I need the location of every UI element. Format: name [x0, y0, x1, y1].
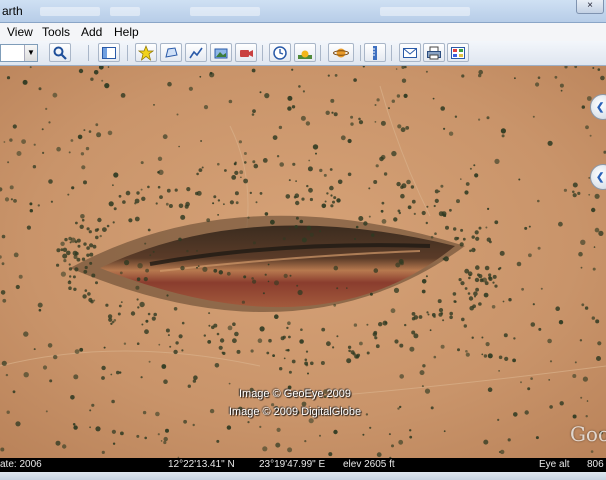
- search-dropdown-button[interactable]: ▼: [24, 45, 37, 61]
- elevation-readout: elev 2605 ft: [343, 459, 395, 470]
- eye-alt-value: 806: [587, 459, 604, 470]
- menu-view[interactable]: View: [7, 25, 33, 39]
- background-tab: [190, 7, 260, 16]
- add-placemark-button[interactable]: [135, 43, 157, 62]
- search-button[interactable]: [49, 43, 71, 62]
- record-tour-button[interactable]: [235, 43, 257, 62]
- sunlight-button[interactable]: [294, 43, 316, 62]
- add-image-overlay-button[interactable]: [210, 43, 232, 62]
- planets-button[interactable]: [328, 43, 354, 62]
- menu-add[interactable]: Add: [81, 25, 102, 39]
- save-image-button[interactable]: [447, 43, 469, 62]
- print-icon: [427, 46, 441, 59]
- ruler-icon: [373, 45, 377, 60]
- historical-imagery-icon: [273, 45, 287, 60]
- print-button[interactable]: [423, 43, 445, 62]
- menu-help[interactable]: Help: [114, 25, 139, 39]
- image-overlay-icon: [214, 48, 228, 58]
- search-field[interactable]: ▼: [0, 44, 38, 62]
- window-bottom-edge: [0, 472, 606, 480]
- add-polygon-button[interactable]: [160, 43, 182, 62]
- background-tab: [110, 7, 140, 16]
- planets-icon: [333, 48, 349, 57]
- search-icon: [53, 46, 67, 60]
- save-image-icon: [451, 46, 465, 59]
- toolbar-separator: [88, 45, 89, 61]
- toolbar-separator: [360, 45, 361, 61]
- placemark-icon: [138, 44, 154, 61]
- imagery-credit-digitalglobe: Image © 2009 DigitalGlobe: [228, 406, 362, 418]
- toolbar-separator: [320, 45, 321, 61]
- google-logo: Goo: [569, 422, 606, 446]
- menu-bar: View Tools Add Help: [0, 23, 606, 42]
- close-button[interactable]: ×: [576, 0, 604, 14]
- status-bar: ate: 2006 12°22'13.41" N 23°19'47.99" E …: [0, 458, 606, 472]
- imagery-credit-geoeye: Image © GeoEye 2009: [238, 388, 352, 400]
- title-bar: arth ×: [0, 0, 606, 23]
- email-icon: [403, 47, 417, 58]
- window-title: arth: [2, 4, 23, 18]
- ruler-button[interactable]: [364, 43, 386, 62]
- background-tab: [380, 7, 470, 16]
- imagery-date: ate: 2006: [0, 459, 42, 470]
- historical-imagery-button[interactable]: [269, 43, 291, 62]
- background-tab: [40, 7, 100, 16]
- toolbar-separator: [262, 45, 263, 61]
- toolbar: ▼: [0, 41, 606, 66]
- chevron-left-icon: ❮: [596, 171, 605, 183]
- toolbar-separator: [391, 45, 392, 61]
- latitude-readout: 12°22'13.41" N: [168, 459, 235, 470]
- polygon-icon: [165, 46, 178, 58]
- path-icon: [189, 47, 203, 58]
- menu-tools[interactable]: Tools: [42, 25, 70, 39]
- add-path-button[interactable]: [185, 43, 207, 62]
- longitude-readout: 23°19'47.99" E: [259, 459, 326, 470]
- map-view[interactable]: Image © GeoEye 2009 Image © 2009 Digital…: [0, 66, 606, 458]
- email-button[interactable]: [399, 43, 421, 62]
- sunlight-icon: [298, 50, 312, 59]
- toolbar-separator: [127, 45, 128, 61]
- sidebar-button[interactable]: [98, 43, 120, 62]
- eye-alt-label: Eye alt: [539, 459, 570, 470]
- chevron-left-icon: ❮: [596, 101, 605, 113]
- sidebar-icon: [102, 46, 116, 59]
- record-tour-icon: [240, 49, 253, 57]
